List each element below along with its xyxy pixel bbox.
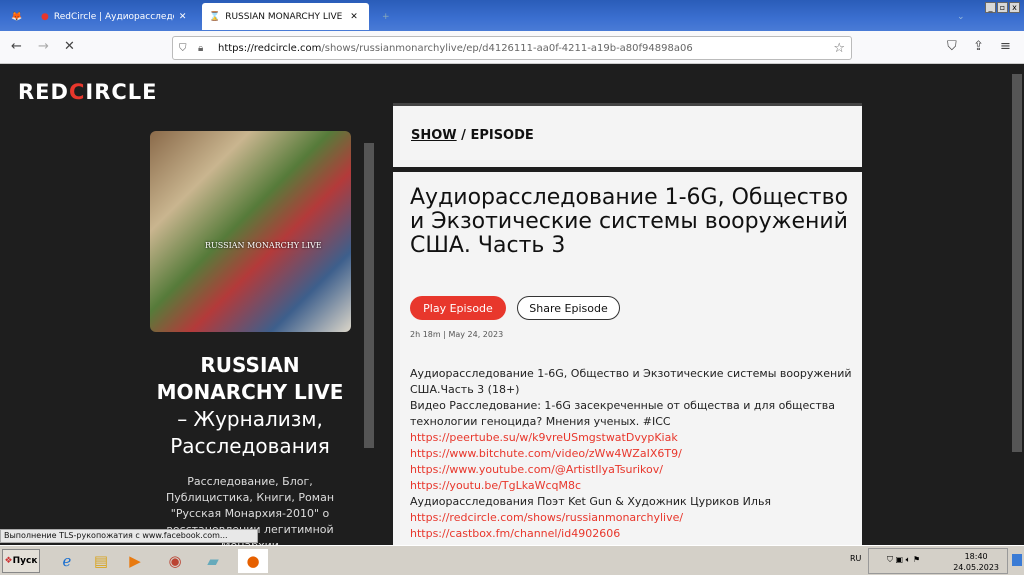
sidebar-scrollbar[interactable] xyxy=(363,131,375,541)
media-player-icon[interactable]: ▶ xyxy=(120,549,150,573)
folder-icon[interactable]: ▤ xyxy=(86,549,116,573)
scroll-thumb[interactable] xyxy=(1012,74,1022,452)
url-bar[interactable]: ⛉ 🔒︎ https://redcircle.com/shows/russian… xyxy=(172,36,852,60)
tray-icons[interactable]: ⛉ ▣ 🔈︎ ⚑ xyxy=(887,555,920,565)
episode-card: Аудиорасследование 1-6G, Общество и Экзо… xyxy=(393,172,862,552)
show-desktop-icon[interactable] xyxy=(1012,554,1022,566)
close-window-button[interactable]: x xyxy=(1009,2,1020,13)
breadcrumb-show-link[interactable]: SHOW xyxy=(411,128,457,143)
notepad-icon[interactable]: ▰ xyxy=(198,549,228,573)
firefox-menu-icon[interactable]: 🦊 xyxy=(4,3,29,30)
close-tab-icon[interactable]: ✕ xyxy=(350,12,358,22)
forward-icon[interactable]: → xyxy=(38,39,49,54)
link-redcircle[interactable]: https://redcircle.com/shows/russianmonar… xyxy=(410,510,855,526)
redcircle-icon: ● xyxy=(41,11,49,22)
back-icon[interactable]: ← xyxy=(11,39,22,54)
menu-icon[interactable]: ≡ xyxy=(1000,39,1011,54)
hourglass-icon: ⌛ xyxy=(209,11,221,22)
tab-redcircle[interactable]: ●RedCircle | Аудиорасследование✕ xyxy=(34,3,199,30)
show-cover-image: RUSSIAN MONARCHY LIVE xyxy=(150,131,351,332)
redcircle-logo[interactable]: REDCIRCLE xyxy=(18,80,158,104)
breadcrumb: SHOW / EPISODE xyxy=(411,128,534,143)
tab-list-icon[interactable]: ⌄ xyxy=(950,3,972,30)
windows-logo-icon: ❖ xyxy=(4,556,13,566)
bookmark-star-icon[interactable]: ☆ xyxy=(833,41,845,56)
start-button[interactable]: ❖ Пуск xyxy=(2,549,40,573)
play-episode-button[interactable]: Play Episode xyxy=(410,296,506,320)
minimize-button[interactable]: _ xyxy=(985,2,996,13)
status-bar: Выполнение TLS-рукопожатия с www.faceboo… xyxy=(0,529,258,543)
stop-icon[interactable]: ✕ xyxy=(64,39,75,54)
system-tray: ⛉ ▣ 🔈︎ ⚑ 18:40 24.05.2023 xyxy=(868,548,1008,574)
browser-icon[interactable]: ◉ xyxy=(160,549,190,573)
extensions-icon[interactable]: ⇪ xyxy=(973,39,984,54)
episode-description: Аудиорасследование 1-6G, Общество и Экзо… xyxy=(410,366,855,542)
nav-bar: ← → ✕ ⛉ 🔒︎ https://redcircle.com/shows/r… xyxy=(0,31,1024,64)
internet-explorer-icon[interactable]: ℯ xyxy=(52,549,82,573)
taskbar: ❖ Пуск ℯ ▤ ▶ ◉ ▰ ● RU ⛉ ▣ 🔈︎ ⚑ 18:40 24.05… xyxy=(0,545,1024,575)
link-youtube-channel[interactable]: https://www.youtube.com/@ArtistIlyaTsuri… xyxy=(410,462,855,478)
close-tab-icon[interactable]: ✕ xyxy=(179,12,187,22)
lock-icon: 🔒︎ xyxy=(198,42,204,54)
new-tab-button[interactable]: + xyxy=(375,3,397,30)
firefox-taskbar-icon[interactable]: ● xyxy=(238,549,268,573)
link-peertube[interactable]: https://peertube.su/w/k9vreUSmgstwatDvyp… xyxy=(410,430,855,446)
scroll-thumb[interactable] xyxy=(364,143,374,448)
breadcrumb-card: SHOW / EPISODE xyxy=(393,103,862,167)
maximize-button[interactable]: ▫ xyxy=(997,2,1008,13)
link-castbox[interactable]: https://castbox.fm/channel/id4902606 xyxy=(410,526,855,542)
share-episode-button[interactable]: Share Episode xyxy=(517,296,620,320)
tab-russian-monarchy[interactable]: ⌛RUSSIAN MONARCHY LIVE - Журн✕ xyxy=(202,3,369,30)
tab-bar: 🦊 ●RedCircle | Аудиорасследование✕ ⌛RUSS… xyxy=(0,0,1024,31)
link-youtu-be[interactable]: https://youtu.be/TgLkaWcqM8c xyxy=(410,478,855,494)
shield-icon: ⛉ xyxy=(179,42,187,54)
show-title[interactable]: RUSSIAN MONARCHY LIVE – Журнализм, Рассле… xyxy=(145,352,355,460)
clock[interactable]: 18:40 24.05.2023 xyxy=(953,551,999,573)
pocket-icon[interactable]: ⛉ xyxy=(947,39,957,54)
page-scrollbar[interactable] xyxy=(1010,64,1024,545)
language-indicator[interactable]: RU xyxy=(850,554,861,563)
episode-title: Аудиорасследование 1-6G, Общество и Экзо… xyxy=(410,185,849,258)
link-bitchute[interactable]: https://www.bitchute.com/video/zWw4WZaIX… xyxy=(410,446,855,462)
episode-meta: 2h 18m | May 24, 2023 xyxy=(410,330,504,339)
